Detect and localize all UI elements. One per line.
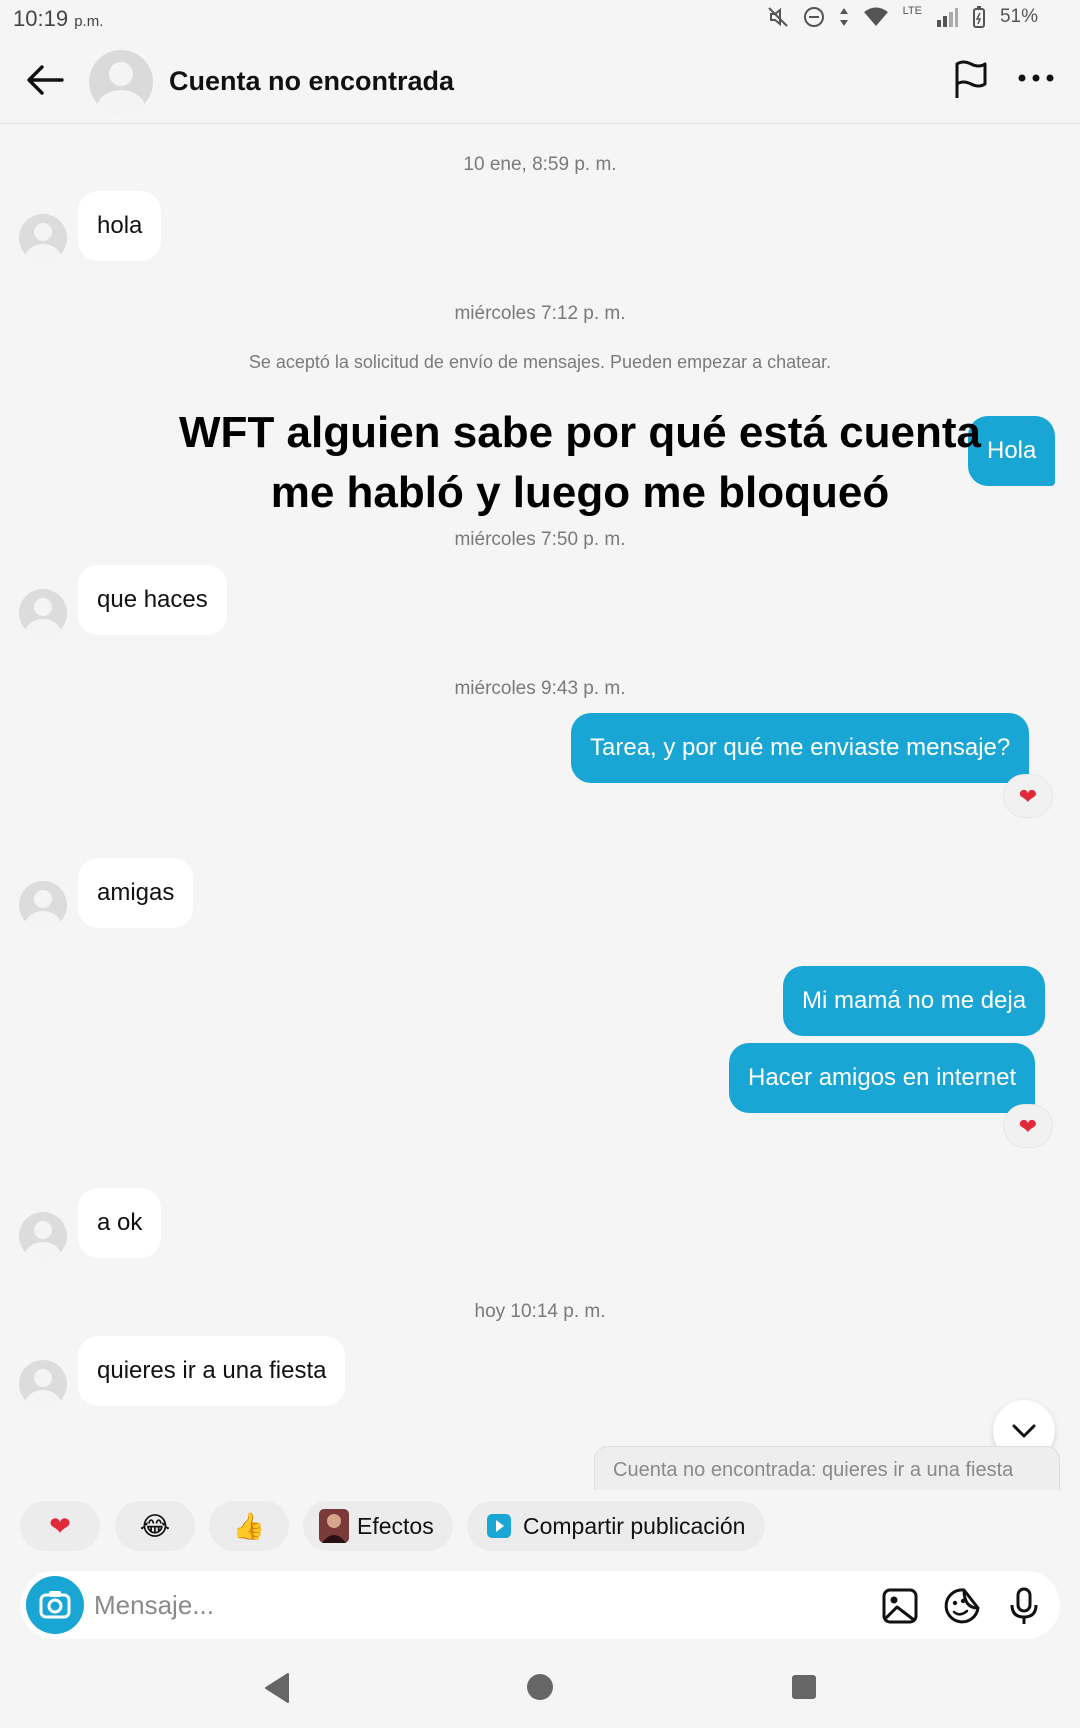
heart-icon: ❤ bbox=[49, 1510, 71, 1541]
more-icon[interactable] bbox=[1016, 68, 1056, 88]
message-bubble-incoming[interactable]: amigas bbox=[78, 858, 194, 928]
reply-preview: Cuenta no encontrada: quieres ir a una f… bbox=[594, 1446, 1060, 1490]
timestamp: 10 ene, 8:59 p. m. bbox=[463, 154, 617, 175]
message-bubble-incoming[interactable]: a ok bbox=[78, 1188, 162, 1258]
mute-icon bbox=[767, 7, 788, 27]
effects-button[interactable]: Efectos bbox=[303, 1501, 453, 1551]
avatar[interactable] bbox=[19, 1212, 67, 1260]
message-composer bbox=[20, 1571, 1060, 1639]
camera-icon bbox=[39, 1591, 71, 1619]
reaction-heart[interactable]: ❤ bbox=[1003, 1104, 1053, 1148]
timestamp: miércoles 7:12 p. m. bbox=[454, 303, 626, 324]
message-bubble-outgoing[interactable]: Hacer amigos en internet bbox=[729, 1043, 1036, 1113]
status-ampm: p.m. bbox=[74, 13, 104, 30]
share-post-icon bbox=[487, 1514, 511, 1538]
battery-icon bbox=[972, 6, 985, 28]
signal-icon bbox=[936, 8, 958, 27]
message-bubble-incoming[interactable]: quieres ir a una fiesta bbox=[78, 1336, 346, 1406]
sticker-icon[interactable] bbox=[942, 1586, 982, 1626]
message-bubble-outgoing[interactable]: Mi mamá no me deja bbox=[783, 966, 1046, 1036]
reaction-heart[interactable]: ❤ bbox=[1003, 774, 1053, 818]
avatar[interactable] bbox=[19, 589, 67, 637]
chat-header: Cuenta no encontrada bbox=[0, 38, 1080, 124]
dnd-icon bbox=[803, 7, 824, 27]
flag-icon[interactable] bbox=[951, 58, 991, 102]
quick-reply-heart[interactable]: ❤ bbox=[20, 1501, 100, 1551]
laughing-emoji-icon: 😂 bbox=[139, 1510, 171, 1541]
status-icons: LTE 51% bbox=[767, 5, 1038, 28]
message-input[interactable] bbox=[94, 1585, 694, 1625]
gallery-icon[interactable] bbox=[880, 1586, 920, 1626]
message-bubble-outgoing[interactable]: Tarea, y por qué me enviaste mensaje? bbox=[571, 713, 1030, 783]
message-bubble-incoming[interactable]: que haces bbox=[78, 565, 227, 635]
system-note: Se aceptó la solicitud de envío de mensa… bbox=[248, 352, 832, 372]
quick-reply-laugh[interactable]: 😂 bbox=[115, 1501, 195, 1551]
page-title[interactable]: Cuenta no encontrada bbox=[169, 66, 454, 97]
timestamp: miércoles 7:50 p. m. bbox=[454, 529, 626, 550]
network-type: LTE bbox=[902, 5, 922, 17]
thumbs-up-icon: 👍 bbox=[232, 1510, 266, 1541]
back-arrow-icon[interactable] bbox=[24, 60, 66, 100]
overlay-caption: WFT alguien sabe por qué está cuenta me … bbox=[179, 408, 981, 517]
wifi-icon bbox=[863, 7, 888, 26]
data-arrows-icon bbox=[839, 8, 848, 26]
status-clock: 10:19 bbox=[13, 6, 69, 31]
nav-back-icon[interactable] bbox=[262, 1672, 290, 1704]
nav-home-icon[interactable] bbox=[526, 1673, 554, 1701]
share-post-label: Compartir publicación bbox=[523, 1512, 746, 1539]
avatar-body bbox=[97, 90, 145, 114]
share-post-button[interactable]: Compartir publicación bbox=[467, 1501, 765, 1551]
effects-label: Efectos bbox=[357, 1512, 434, 1539]
status-time: 10:19 p.m. bbox=[13, 6, 103, 32]
status-bar: 10:19 p.m. LTE 51% bbox=[0, 0, 1080, 38]
avatar-head bbox=[109, 62, 133, 86]
battery-percent: 51% bbox=[999, 6, 1038, 27]
nav-recents-icon[interactable] bbox=[791, 1674, 817, 1700]
message-bubble-incoming[interactable]: hola bbox=[78, 191, 162, 261]
avatar[interactable] bbox=[19, 214, 67, 262]
microphone-icon[interactable] bbox=[1004, 1586, 1044, 1626]
quick-reply-thumbs-up[interactable]: 👍 bbox=[209, 1501, 289, 1551]
timestamp: hoy 10:14 p. m. bbox=[474, 1301, 606, 1322]
timestamp: miércoles 9:43 p. m. bbox=[454, 678, 626, 699]
avatar[interactable] bbox=[19, 1360, 67, 1408]
avatar[interactable] bbox=[89, 50, 153, 114]
effects-thumbnail-icon bbox=[319, 1509, 349, 1543]
avatar[interactable] bbox=[19, 881, 67, 929]
camera-button[interactable] bbox=[26, 1576, 84, 1634]
system-nav-bar bbox=[0, 1650, 1080, 1728]
